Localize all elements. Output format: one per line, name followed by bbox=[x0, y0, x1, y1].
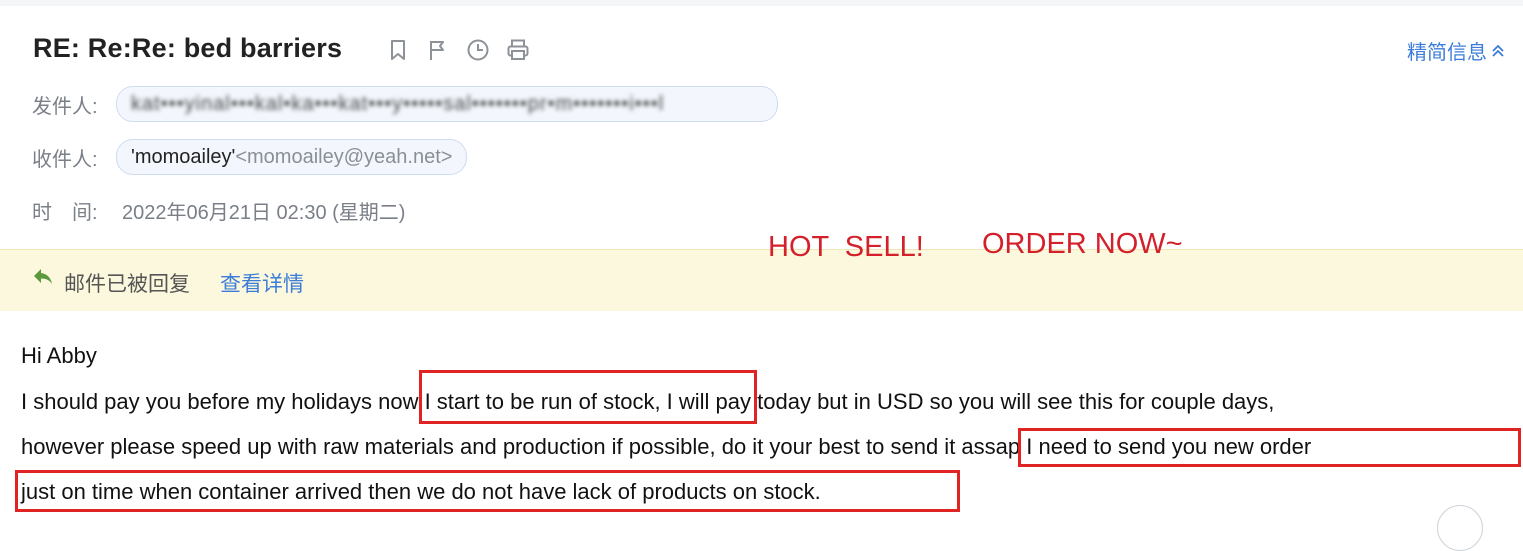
reply-status-text: 邮件已被回复 bbox=[64, 273, 190, 296]
bookmark-icon[interactable] bbox=[384, 36, 412, 64]
sender-label: 发件人: bbox=[32, 95, 98, 118]
top-divider bbox=[0, 0, 1523, 6]
recipient-label: 收件人: bbox=[32, 148, 98, 171]
body-greeting: Hi Abby bbox=[21, 343, 97, 368]
sender-row: 发件人: kat•••yinal•••kal•ka•••kat•••y•••••… bbox=[32, 86, 778, 122]
time-row: 时 间: 2022年06月21日 02:30 (星期二) bbox=[32, 196, 405, 225]
print-icon[interactable] bbox=[504, 36, 532, 64]
recipient-address: <momoailey@yeah.net> bbox=[235, 145, 453, 168]
subject-toolbar bbox=[384, 36, 532, 64]
recipient-name: 'momoailey' bbox=[131, 145, 236, 168]
highlight-box-send-asap bbox=[1018, 428, 1521, 467]
recipient-row: 收件人: 'momoailey' <momoailey@yeah.net> bbox=[32, 139, 468, 175]
clock-icon[interactable] bbox=[464, 36, 492, 64]
reply-status-banner: 邮件已被回复 查看详情 bbox=[0, 249, 1523, 311]
email-subject: RE: Re:Re: bed barriers bbox=[33, 33, 343, 63]
simplify-info-toggle[interactable]: 精简信息 bbox=[1407, 36, 1505, 65]
view-details-link[interactable]: 查看详情 bbox=[220, 268, 304, 298]
reply-arrow-icon bbox=[34, 269, 52, 284]
flag-icon[interactable] bbox=[424, 36, 452, 64]
simplify-label: 精简信息 bbox=[1407, 42, 1487, 64]
sender-pill[interactable]: kat•••yinal•••kal•ka•••kat•••y•••••sal••… bbox=[116, 86, 778, 122]
time-value: 2022年06月21日 02:30 (星期二) bbox=[122, 202, 406, 224]
hot-sell-annotation: HOT SELL! bbox=[768, 231, 924, 263]
order-now-annotation: ORDER NOW~ bbox=[982, 228, 1183, 260]
highlight-box-container bbox=[15, 470, 960, 512]
chevron-up-icon bbox=[1492, 44, 1504, 57]
sender-address-redacted: kat•••yinal•••kal•ka•••kat•••y•••••sal••… bbox=[131, 92, 665, 115]
highlight-box-stock bbox=[419, 370, 757, 424]
time-label: 时 间: bbox=[32, 202, 98, 224]
recipient-pill[interactable]: 'momoailey' <momoailey@yeah.net> bbox=[116, 139, 468, 175]
